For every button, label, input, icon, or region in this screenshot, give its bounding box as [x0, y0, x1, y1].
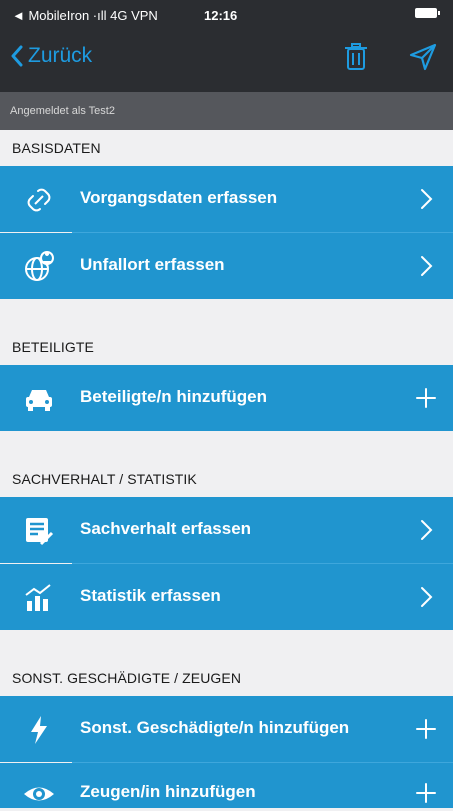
- back-label: Zurück: [28, 44, 93, 67]
- section-sachverhalt-statistik: SACHVERHALT / STATISTIK: [0, 431, 453, 497]
- back-button[interactable]: Zurück: [10, 44, 92, 68]
- row-label: Beteiligte/n hinzufügen: [80, 387, 267, 406]
- top-bar: ◄ MobileIron ·ıll 4G VPN 12:16 Zurück: [0, 0, 453, 100]
- navigation-bar: Zurück: [0, 30, 453, 92]
- chevron-right-icon: [421, 520, 433, 540]
- section-geschaedigte-zeugen: SONST. GESCHÄDIGTE / ZEUGEN: [0, 630, 453, 696]
- row-label: Statistik erfassen: [80, 586, 221, 605]
- row-beteiligte[interactable]: Beteiligte/n hinzufügen: [0, 365, 453, 431]
- document-edit-icon: [26, 518, 54, 546]
- row-sachverhalt[interactable]: Sachverhalt erfassen: [0, 497, 453, 563]
- row-unfallort[interactable]: Unfallort erfassen: [0, 233, 453, 299]
- section-title: SACHVERHALT / STATISTIK: [12, 471, 197, 487]
- car-icon: [26, 390, 52, 411]
- status-bar: ◄ MobileIron ·ıll 4G VPN 12:16: [0, 0, 453, 30]
- chevron-right-icon: [421, 587, 433, 607]
- chevron-right-icon: [421, 256, 433, 276]
- plus-icon: [416, 388, 436, 408]
- send-icon[interactable]: [408, 42, 438, 72]
- section-title: BASISDATEN: [12, 140, 101, 156]
- plus-icon: [416, 719, 436, 739]
- row-label: Vorgangsdaten erfassen: [80, 188, 278, 207]
- link-icon: [27, 188, 51, 212]
- eye-icon: [24, 787, 54, 801]
- plus-icon: [416, 783, 436, 803]
- section-basisdaten: BASISDATEN: [0, 130, 453, 166]
- login-info-text: Angemeldet als Test2: [10, 105, 115, 117]
- lightning-icon: [31, 716, 47, 744]
- row-label: Zeugen/in hinzufügen: [80, 782, 256, 801]
- section-title: BETEILIGTE: [12, 339, 94, 355]
- row-label: Sonst. Geschädigte/n hinzufügen: [80, 718, 350, 737]
- row-vorgangsdaten[interactable]: Vorgangsdaten erfassen: [0, 166, 453, 232]
- row-statistik[interactable]: Statistik erfassen: [0, 564, 453, 630]
- login-info-bar: Angemeldet als Test2: [0, 92, 453, 130]
- battery-icon: [415, 8, 440, 18]
- trash-icon[interactable]: [343, 42, 369, 72]
- chevron-right-icon: [421, 189, 433, 209]
- section-title: SONST. GESCHÄDIGTE / ZEUGEN: [12, 670, 242, 686]
- row-label: Sachverhalt erfassen: [80, 519, 252, 538]
- row-label: Unfallort erfassen: [80, 255, 225, 274]
- chevron-left-icon: [11, 45, 23, 67]
- section-beteiligte: BETEILIGTE: [0, 299, 453, 365]
- globe-pin-icon: [25, 251, 54, 281]
- statistics-icon: [25, 584, 51, 611]
- row-zeugen[interactable]: Zeugen/in hinzufügen: [0, 763, 453, 808]
- row-sonst-geschaedigte[interactable]: Sonst. Geschädigte/n hinzufügen: [0, 696, 453, 762]
- status-time: 12:16: [204, 8, 238, 23]
- carrier-label: ◄ MobileIron ·ıll 4G VPN: [12, 8, 158, 23]
